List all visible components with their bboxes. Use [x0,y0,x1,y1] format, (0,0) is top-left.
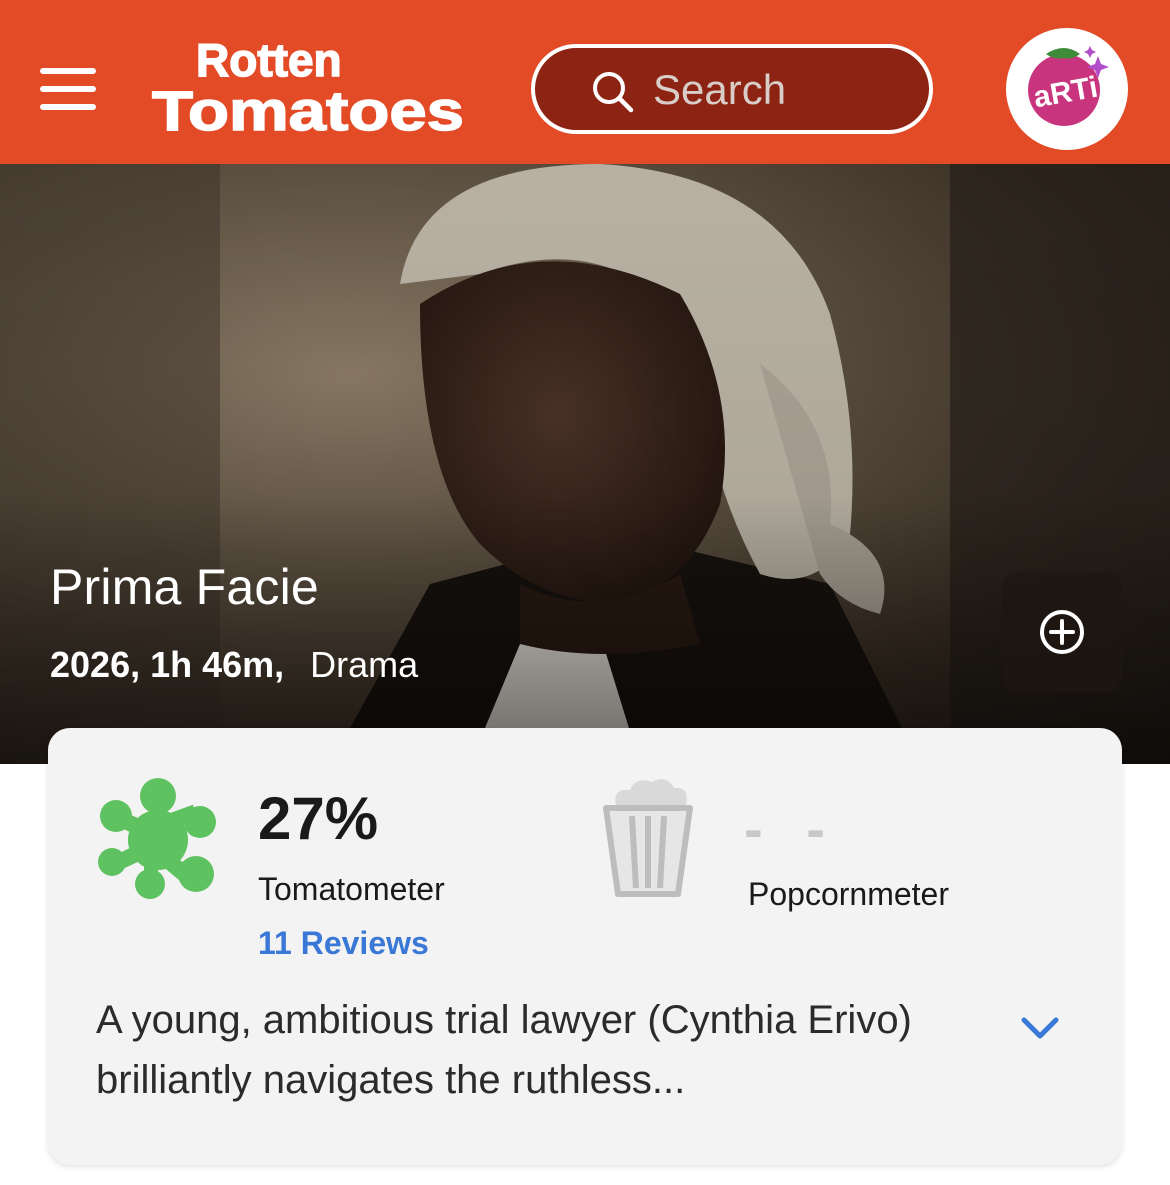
score-card: 27% Tomatometer 11 Reviews - - Popcornme… [48,728,1122,1165]
movie-title: Prima Facie [50,559,319,615]
year-runtime: 2026, 1h 46m [50,644,275,685]
tomatometer-label: Tomatometer [258,871,445,907]
search-input[interactable] [653,64,913,116]
synopsis-text: A young, ambitious trial lawyer (Cynthia… [96,998,912,1102]
plus-circle-icon [1040,610,1084,654]
meta-separator: , [274,644,285,685]
arti-avatar-icon: aRTi [1028,46,1109,126]
popcornmeter-label: Popcornmeter [748,876,949,912]
hamburger-icon-bar [40,68,96,74]
hamburger-icon-bar [40,104,96,110]
green-splat-icon [98,778,216,899]
rotten-tomatoes-logo[interactable]: Rotten Tomatoes [150,36,480,140]
add-to-watchlist-button[interactable] [1002,572,1122,692]
search-bar[interactable] [531,44,933,134]
movie-meta: 2026, 1h 46m , Drama [50,644,418,686]
chevron-down-icon[interactable] [1018,1010,1062,1046]
hamburger-icon-bar [40,86,96,92]
hero-banner: Prima Facie 2026, 1h 46m , Drama [0,164,1170,764]
reviews-link[interactable]: 11 Reviews [258,925,429,962]
genre: Drama [310,644,419,685]
popcornmeter-score: - - [744,797,839,860]
tomatometer-score: 27% [258,785,379,852]
avatar[interactable]: aRTi [1006,28,1128,150]
site-header: Rotten Tomatoes aRTi [0,0,1170,164]
search-icon [593,72,634,113]
logo-line2: Tomatoes [152,79,464,140]
empty-popcorn-bucket-icon [603,779,693,897]
menu-button[interactable] [40,64,98,112]
